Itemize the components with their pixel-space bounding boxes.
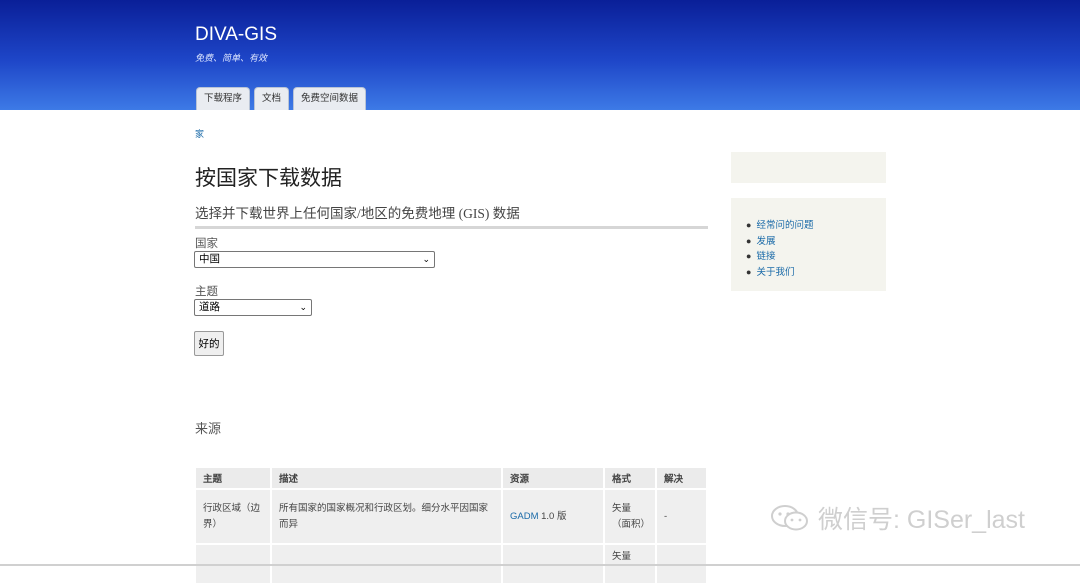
country-select[interactable]: 中国 ⌄ <box>194 251 435 268</box>
table-row: 行政区域（边界） 所有国家的国家概况和行政区划。细分水平因国家而异 GADM 1… <box>196 488 708 543</box>
chevron-down-icon: ⌄ <box>422 254 430 264</box>
nav-tab-free-data[interactable]: 免费空间数据 <box>293 87 367 110</box>
site-title[interactable]: DIVA-GIS <box>195 24 277 46</box>
column-header: 资源 <box>503 468 605 488</box>
column-header: 解决 <box>657 468 708 488</box>
chevron-down-icon: ⌄ <box>299 302 307 312</box>
page-title: 按国家下载数据 <box>195 166 342 190</box>
site-slogan: 免费、简单、有效 <box>195 53 268 63</box>
breadcrumb-home-link[interactable]: 家 <box>195 127 204 140</box>
subject-select[interactable]: 道路 ⌄ <box>194 299 312 316</box>
sidebar-item-links[interactable]: ● 链接 <box>746 249 813 265</box>
country-label: 国家 <box>195 238 218 250</box>
bullet-icon: ● <box>746 220 752 230</box>
cell-description <box>272 543 503 583</box>
page-subtitle: 选择并下载世界上任何国家/地区的免费地理 (GIS) 数据 <box>195 206 520 221</box>
cell-resolution: - <box>657 488 708 543</box>
sidebar-item-development[interactable]: ● 发展 <box>746 234 813 250</box>
column-header: 描述 <box>272 468 503 488</box>
column-header: 主题 <box>196 468 272 488</box>
sidebar-link-label: 链接 <box>756 251 776 262</box>
cell-subject <box>196 543 272 583</box>
cell-resolution <box>657 543 708 583</box>
cell-source <box>503 543 605 583</box>
cell-format: 矢量（面积） <box>605 488 657 543</box>
subject-select-value: 道路 <box>199 301 220 313</box>
divider <box>195 226 708 229</box>
sidebar-link-label: 发展 <box>756 235 776 247</box>
cell-description: 所有国家的国家概况和行政区划。细分水平因国家而异 <box>272 488 503 543</box>
cell-source: GADM 1.0 版 <box>503 488 605 543</box>
wechat-watermark: 微信号: GISer_last <box>770 500 1025 536</box>
sidebar-link-label: 经常问的问题 <box>756 220 814 231</box>
country-select-value: 中国 <box>199 253 220 265</box>
sidebar-item-about[interactable]: ● 关于我们 <box>746 265 813 281</box>
nav-tab-docs[interactable]: 文档 <box>254 87 290 110</box>
column-header: 格式 <box>605 468 657 488</box>
source-version: 1.0 版 <box>538 510 567 522</box>
sidebar-block <box>731 152 886 183</box>
sidebar-link-label: 关于我们 <box>756 266 795 278</box>
site-header: DIVA-GIS 免费、简单、有效 下载程序 文档 免费空间数据 <box>0 0 1080 110</box>
table-header-row: 主题 描述 资源 格式 解决 <box>196 468 708 488</box>
cell-subject: 行政区域（边界） <box>196 488 272 543</box>
main-nav: 下载程序 文档 免费空间数据 <box>196 87 367 110</box>
sidebar-item-faq[interactable]: ● 经常问的问题 <box>746 218 813 234</box>
sources-heading: 来源 <box>195 421 222 436</box>
sidebar-links-box: ● 经常问的问题 ● 发展 ● 链接 ● 关于我们 <box>731 198 886 291</box>
bullet-icon: ● <box>746 266 752 277</box>
cell-format: 矢量 <box>605 543 657 583</box>
subject-label: 主题 <box>195 286 218 298</box>
nav-tab-download[interactable]: 下载程序 <box>196 87 251 110</box>
bullet-icon: ● <box>746 235 752 246</box>
watermark-text: 微信号: GISer_last <box>818 506 1025 534</box>
bullet-icon: ● <box>746 251 752 261</box>
ok-button[interactable]: 好的 <box>194 331 224 356</box>
gadm-link[interactable]: GADM <box>510 511 539 522</box>
table-row: 矢量 <box>196 543 708 583</box>
wechat-icon <box>771 505 808 531</box>
